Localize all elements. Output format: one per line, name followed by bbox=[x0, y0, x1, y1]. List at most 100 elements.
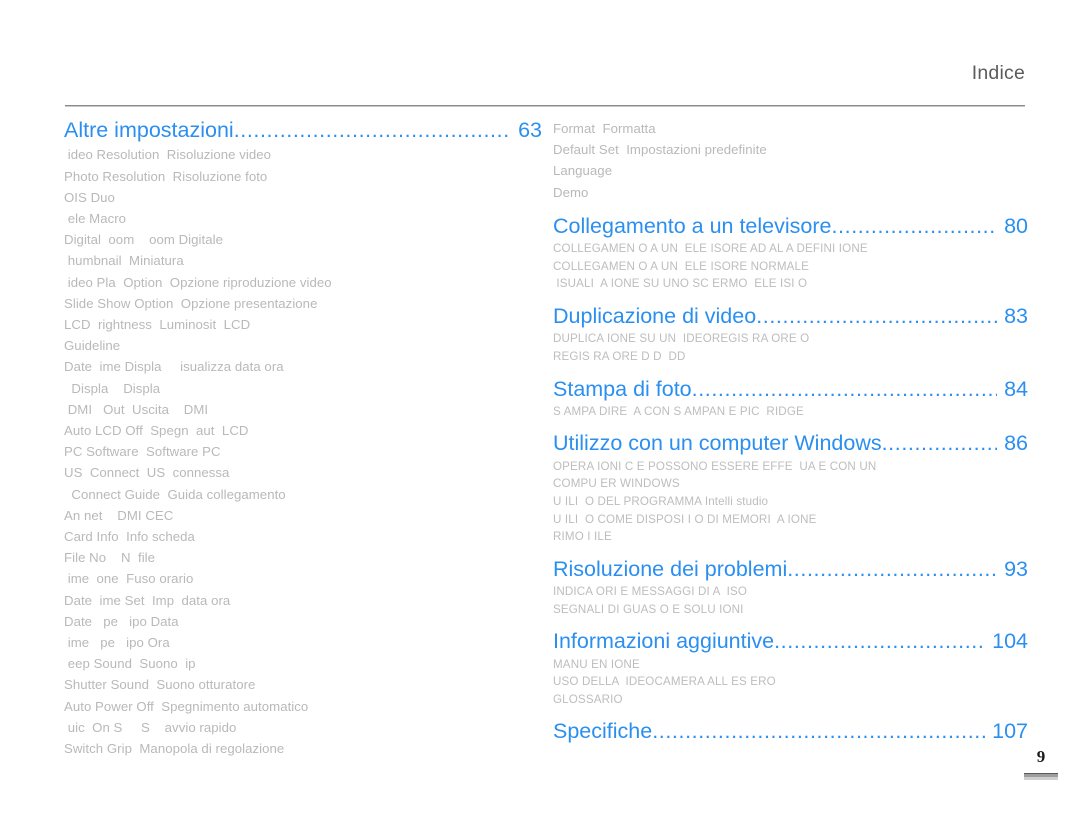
toc-chapter-link[interactable]: Risoluzione dei problemi................… bbox=[553, 557, 1028, 582]
toc-subitem[interactable]: ele Macro bbox=[64, 208, 542, 229]
toc-subitem-list: ideo Resolution Risoluzione video Photo R… bbox=[64, 144, 542, 759]
toc-subitem[interactable]: DUPLICA IONE SU UN IDEOREGIS RA ORE O bbox=[553, 330, 1028, 348]
chapter-title: Collegamento a un televisore bbox=[553, 213, 832, 238]
toc-subitem[interactable]: Auto LCD Off Spegn aut LCD bbox=[64, 420, 542, 441]
toc-chapter-link[interactable]: Specifiche..............................… bbox=[553, 719, 1028, 744]
toc-subitem[interactable]: ime pe ipo Ora bbox=[64, 632, 542, 653]
dot-leader: ........................................… bbox=[652, 719, 985, 744]
toc-subitem[interactable]: INDICA ORI E MESSAGGI DI A ISO bbox=[553, 583, 1028, 601]
toc-subitem-list: S AMPA DIRE A CON S AMPAN E PIC RIDGE bbox=[553, 403, 1028, 421]
toc-subitem[interactable]: Date pe ipo Data bbox=[64, 611, 542, 632]
chapter-page-number: 104 bbox=[992, 629, 1028, 654]
folio-bar bbox=[1024, 773, 1058, 780]
toc-chapter-link[interactable]: Duplicazione di video...................… bbox=[553, 304, 1028, 329]
dot-leader: ........................................… bbox=[831, 213, 997, 238]
toc-subitem[interactable]: Card Info Info scheda bbox=[64, 526, 542, 547]
chapter-page-number: 83 bbox=[1004, 303, 1028, 328]
toc-subitem[interactable]: LCD rightness Luminosit LCD bbox=[64, 314, 542, 335]
toc-subitem[interactable]: OIS Duo bbox=[64, 187, 542, 208]
toc-subitem[interactable]: COMPU ER WINDOWS bbox=[553, 475, 1028, 493]
dot-leader: ........................................… bbox=[787, 556, 998, 581]
dot-leader: ........................................… bbox=[233, 118, 512, 142]
toc-subitem[interactable]: Date ime Displa isualizza data ora bbox=[64, 356, 542, 377]
toc-subitem[interactable]: USO DELLA IDEOCAMERA ALL ES ERO bbox=[553, 673, 1028, 691]
toc-subitem[interactable]: Guideline bbox=[64, 335, 542, 356]
toc-subitem[interactable]: Date ime Set Imp data ora bbox=[64, 590, 542, 611]
toc-subitem[interactable]: US Connect US connessa bbox=[64, 462, 542, 483]
toc-chapter-link[interactable]: Informazioni aggiuntive.................… bbox=[553, 629, 1028, 654]
toc-subitem[interactable]: U ILI O DEL PROGRAMMA Intelli studio bbox=[553, 493, 1028, 511]
toc-subitem-list: Format Formatta Default Set Impostazioni … bbox=[553, 118, 1028, 203]
toc-subitem[interactable]: ISUALI A IONE SU UNO SC ERMO ELE ISI O bbox=[553, 275, 1028, 293]
toc-chapter-link[interactable]: Stampa di foto..........................… bbox=[553, 377, 1028, 402]
toc-subitem[interactable]: eep Sound Suono ip bbox=[64, 653, 542, 674]
toc-subitem[interactable]: Auto Power Off Spegnimento automatico bbox=[64, 696, 542, 717]
toc-subitem[interactable]: ideo Resolution Risoluzione video bbox=[64, 144, 542, 165]
toc-subitem[interactable]: Switch Grip Manopola di regolazione bbox=[64, 738, 542, 759]
toc-subitem[interactable]: Demo bbox=[553, 182, 1028, 203]
chapter-page-number: 63 bbox=[518, 118, 542, 142]
chapter-page-number: 84 bbox=[1004, 376, 1028, 401]
toc-subitem-list: OPERA IONI C E POSSONO ESSERE EFFE UA E … bbox=[553, 458, 1028, 546]
toc-subitem[interactable]: PC Software Software PC bbox=[64, 441, 542, 462]
toc-chapter-link[interactable]: Collegamento a un televisore............… bbox=[553, 214, 1028, 239]
toc-chapter-link[interactable]: Altre impostazioni......................… bbox=[64, 118, 542, 143]
page-title: Indice bbox=[971, 62, 1025, 84]
chapter-page-number: 93 bbox=[1004, 556, 1028, 581]
toc-subitem-list: MANU EN IONE USO DELLA IDEOCAMERA ALL ES … bbox=[553, 656, 1028, 709]
toc-subitem-list: INDICA ORI E MESSAGGI DI A ISO SEGNALI DI… bbox=[553, 583, 1028, 618]
chapter-title: Stampa di foto bbox=[553, 376, 692, 401]
chapter-title: Risoluzione dei problemi bbox=[553, 556, 788, 581]
toc-subitem-list: DUPLICA IONE SU UN IDEOREGIS RA ORE O REG… bbox=[553, 330, 1028, 365]
chapter-title: Informazioni aggiuntive bbox=[553, 629, 775, 654]
toc-column-right: Format Formatta Default Set Impostazioni … bbox=[553, 118, 1028, 746]
toc-subitem[interactable]: U ILI O COME DISPOSI I O DI MEMORI A ION… bbox=[553, 511, 1028, 529]
toc-subitem[interactable]: Displa Displa bbox=[64, 378, 542, 399]
chapter-page-number: 86 bbox=[1004, 431, 1028, 456]
toc-subitem[interactable]: SEGNALI DI GUAS O E SOLU IONI bbox=[553, 601, 1028, 619]
toc-subitem[interactable]: REGIS RA ORE D D DD bbox=[553, 348, 1028, 366]
toc-subitem[interactable]: Digital oom oom Digitale bbox=[64, 229, 542, 250]
chapter-page-number: 107 bbox=[992, 719, 1028, 744]
toc-subitem[interactable]: Slide Show Option Opzione presentazione bbox=[64, 293, 542, 314]
toc-subitem[interactable]: humbnail Miniatura bbox=[64, 250, 542, 271]
toc-subitem[interactable]: Language bbox=[553, 160, 1028, 181]
chapter-title: Altre impostazioni bbox=[64, 118, 234, 142]
toc-column-left: Altre impostazioni......................… bbox=[64, 118, 542, 759]
dot-leader: ........................................… bbox=[756, 303, 997, 328]
page-header: Indice bbox=[65, 62, 1025, 108]
toc-subitem[interactable]: DMI Out Uscita DMI bbox=[64, 399, 542, 420]
toc-subitem[interactable]: RIMO I ILE bbox=[553, 528, 1028, 546]
chapter-title: Specifiche bbox=[553, 719, 653, 744]
chapter-title: Duplicazione di video bbox=[553, 303, 757, 328]
toc-subitem[interactable]: S AMPA DIRE A CON S AMPAN E PIC RIDGE bbox=[553, 403, 1028, 421]
page-number: 9 bbox=[1036, 747, 1046, 766]
folio: 9 bbox=[1024, 748, 1058, 780]
toc-subitem[interactable]: GLOSSARIO bbox=[553, 691, 1028, 709]
toc-subitem[interactable]: An net DMI CEC bbox=[64, 505, 542, 526]
toc-subitem[interactable]: Format Formatta bbox=[553, 118, 1028, 139]
toc-subitem[interactable]: MANU EN IONE bbox=[553, 656, 1028, 674]
chapter-title: Utilizzo con un computer Windows bbox=[553, 431, 882, 456]
toc-subitem[interactable]: File No N file bbox=[64, 547, 542, 568]
toc-subitem[interactable]: OPERA IONI C E POSSONO ESSERE EFFE UA E … bbox=[553, 458, 1028, 476]
toc-subitem[interactable]: Default Set Impostazioni predefinite bbox=[553, 139, 1028, 160]
dot-leader: ........................................… bbox=[691, 376, 997, 401]
toc-subitem[interactable]: COLLEGAMEN O A UN ELE ISORE NORMALE bbox=[553, 258, 1028, 276]
chapter-page-number: 80 bbox=[1004, 213, 1028, 238]
toc-subitem-list: COLLEGAMEN O A UN ELE ISORE AD AL A DEFI… bbox=[553, 240, 1028, 293]
toc-subitem[interactable]: Shutter Sound Suono otturatore bbox=[64, 674, 542, 695]
toc-subitem[interactable]: COLLEGAMEN O A UN ELE ISORE AD AL A DEFI… bbox=[553, 240, 1028, 258]
toc-subitem[interactable]: uic On S S avvio rapido bbox=[64, 717, 542, 738]
toc-subitem[interactable]: ideo Pla Option Opzione riproduzione vid… bbox=[64, 272, 542, 293]
toc-subitem[interactable]: Photo Resolution Risoluzione foto bbox=[64, 166, 542, 187]
toc-subitem[interactable]: Connect Guide Guida collegamento bbox=[64, 484, 542, 505]
toc-subitem[interactable]: ime one Fuso orario bbox=[64, 568, 542, 589]
toc-chapter-link[interactable]: Utilizzo con un computer Windows........… bbox=[553, 431, 1028, 456]
dot-leader: ........................................… bbox=[774, 629, 986, 654]
